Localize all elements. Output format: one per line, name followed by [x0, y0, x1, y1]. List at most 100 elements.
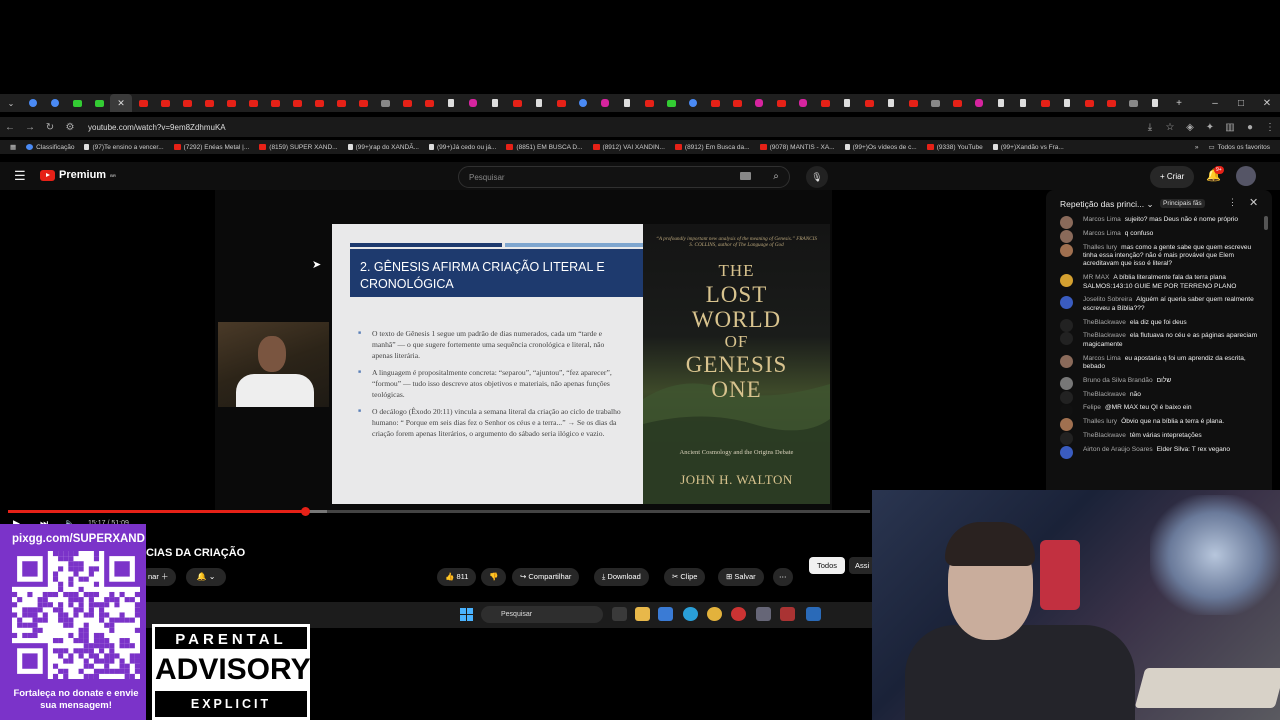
- apps-grid-icon[interactable]: ▦: [10, 143, 16, 151]
- bookmark-item[interactable]: (99+)rap do XANDÃ...: [347, 144, 419, 151]
- chat-author[interactable]: TheBlackwave: [1083, 319, 1126, 326]
- settings-icon[interactable]: [756, 607, 771, 621]
- search-icon[interactable]: ⌕: [762, 166, 790, 188]
- chat-author[interactable]: TheBlackwave: [1083, 332, 1126, 339]
- maximize-icon[interactable]: □: [1228, 98, 1254, 109]
- site-info-icon[interactable]: ⚙: [60, 122, 80, 133]
- browser-tab[interactable]: [528, 94, 550, 112]
- active-tab[interactable]: ✕: [110, 94, 132, 112]
- close-icon[interactable]: ✕: [1249, 196, 1258, 209]
- like-button[interactable]: 👍 811: [437, 568, 477, 586]
- address-bar-url[interactable]: youtube.com/watch?v=9em8ZdhmuKA: [88, 123, 226, 132]
- browser-tab[interactable]: [66, 94, 88, 112]
- bookmark-item[interactable]: (9338) YouTube: [926, 144, 983, 151]
- browser-tab[interactable]: [726, 94, 748, 112]
- chat-author[interactable]: Felipe: [1083, 404, 1101, 411]
- chip-all[interactable]: Todos: [809, 557, 846, 574]
- browser-tab[interactable]: [704, 94, 726, 112]
- browser-tab[interactable]: [286, 94, 308, 112]
- store-icon[interactable]: [658, 607, 673, 621]
- chat-avatar[interactable]: [1060, 418, 1073, 432]
- hamburger-menu-icon[interactable]: ☰: [14, 168, 26, 184]
- browser-tab[interactable]: [88, 94, 110, 112]
- chat-avatar[interactable]: [1060, 318, 1073, 332]
- top-fans-badge[interactable]: Principais fãs: [1160, 199, 1205, 208]
- minimize-icon[interactable]: –: [1202, 98, 1228, 109]
- browser-tab[interactable]: [616, 94, 638, 112]
- download-button[interactable]: ⤓ Download: [594, 568, 649, 586]
- chat-author[interactable]: Marcos Lima: [1083, 230, 1121, 237]
- chat-author[interactable]: Airton de Araújo Soares: [1083, 446, 1153, 453]
- browser-tab[interactable]: [418, 94, 440, 112]
- all-bookmarks-folder[interactable]: ▭ Todos os favoritos: [1208, 143, 1270, 152]
- browser-tab[interactable]: [792, 94, 814, 112]
- notification-bell-button[interactable]: 🔔 ⌄: [186, 568, 226, 586]
- edge-icon[interactable]: [683, 607, 698, 621]
- extensions-puzzle-icon[interactable]: ✦: [1200, 122, 1220, 133]
- chat-avatar[interactable]: [1060, 354, 1073, 368]
- chat-scrollbar[interactable]: [1264, 216, 1268, 230]
- more-options-icon[interactable]: ⋮: [1228, 197, 1237, 208]
- account-avatar[interactable]: [1236, 166, 1256, 186]
- recording-app-icon[interactable]: [780, 607, 795, 621]
- browser-tab[interactable]: [220, 94, 242, 112]
- taskbar-search[interactable]: Pesquisar: [481, 606, 603, 623]
- install-icon[interactable]: ⤓: [1140, 122, 1160, 133]
- chat-author[interactable]: Joselito Sobreira: [1083, 296, 1132, 303]
- app-icon[interactable]: [731, 607, 746, 621]
- bookmark-item[interactable]: (9078) MANTIS - XA...: [759, 144, 835, 151]
- chat-author[interactable]: TheBlackwave: [1083, 432, 1126, 439]
- clip-button[interactable]: ✂ Clipe: [664, 568, 706, 586]
- browser-tab[interactable]: [1078, 94, 1100, 112]
- browser-tab[interactable]: [198, 94, 220, 112]
- youtube-premium-logo[interactable]: Premium BR: [40, 169, 116, 181]
- bookmark-item[interactable]: Classificação: [26, 144, 74, 151]
- chat-avatar[interactable]: [1060, 332, 1073, 346]
- bookmark-item[interactable]: (97)Te ensino a vencer...: [84, 144, 164, 151]
- chat-avatar[interactable]: [1060, 432, 1073, 445]
- chat-avatar[interactable]: [1060, 243, 1073, 257]
- browser-tab[interactable]: [1122, 94, 1144, 112]
- back-icon[interactable]: ←: [0, 122, 20, 133]
- chat-avatar[interactable]: [1060, 445, 1073, 459]
- browser-tab[interactable]: [902, 94, 924, 112]
- chat-avatar[interactable]: [1060, 216, 1073, 229]
- chrome-icon[interactable]: [707, 607, 722, 621]
- tab-search-icon[interactable]: ⌄: [0, 94, 22, 112]
- browser-tab[interactable]: [506, 94, 528, 112]
- bookmark-item[interactable]: (8912) Em Busca da...: [674, 144, 750, 151]
- browser-tab[interactable]: [176, 94, 198, 112]
- browser-tab[interactable]: [484, 94, 506, 112]
- browser-tab[interactable]: [462, 94, 484, 112]
- windows-start-icon[interactable]: [460, 608, 473, 621]
- more-bookmarks-icon[interactable]: »: [1195, 144, 1199, 151]
- browser-tab[interactable]: [1144, 94, 1166, 112]
- chat-author[interactable]: MR MAX: [1083, 274, 1109, 281]
- browser-tab[interactable]: [132, 94, 154, 112]
- bookmark-item[interactable]: (99+)Já cedo ou já...: [428, 144, 496, 151]
- browser-tab[interactable]: [1056, 94, 1078, 112]
- chat-author[interactable]: Thalles Iury: [1083, 244, 1117, 251]
- browser-tab[interactable]: [44, 94, 66, 112]
- browser-tab[interactable]: [748, 94, 770, 112]
- bookmark-item[interactable]: (8851) EM BUSCA D...: [506, 144, 583, 151]
- chat-avatar[interactable]: [1060, 274, 1073, 288]
- browser-tab[interactable]: [1100, 94, 1122, 112]
- browser-tab[interactable]: [924, 94, 946, 112]
- bookmark-star-icon[interactable]: ☆: [1160, 122, 1180, 133]
- browser-tab[interactable]: [242, 94, 264, 112]
- browser-tab[interactable]: [330, 94, 352, 112]
- bookmark-item[interactable]: (99+)Xandão vs Fra...: [992, 144, 1064, 151]
- browser-tab[interactable]: [770, 94, 792, 112]
- browser-tab[interactable]: [308, 94, 330, 112]
- browser-tab[interactable]: [154, 94, 176, 112]
- chat-author[interactable]: Thalles Iury: [1083, 418, 1117, 425]
- browser-tab[interactable]: [352, 94, 374, 112]
- browser-tab[interactable]: [858, 94, 880, 112]
- profile-icon[interactable]: ●: [1240, 122, 1260, 133]
- browser-tab[interactable]: [1034, 94, 1056, 112]
- browser-tab[interactable]: [396, 94, 418, 112]
- chat-author[interactable]: Marcos Lima: [1083, 355, 1121, 362]
- save-button[interactable]: ⊞ Salvar: [718, 568, 764, 586]
- browser-tab[interactable]: [880, 94, 902, 112]
